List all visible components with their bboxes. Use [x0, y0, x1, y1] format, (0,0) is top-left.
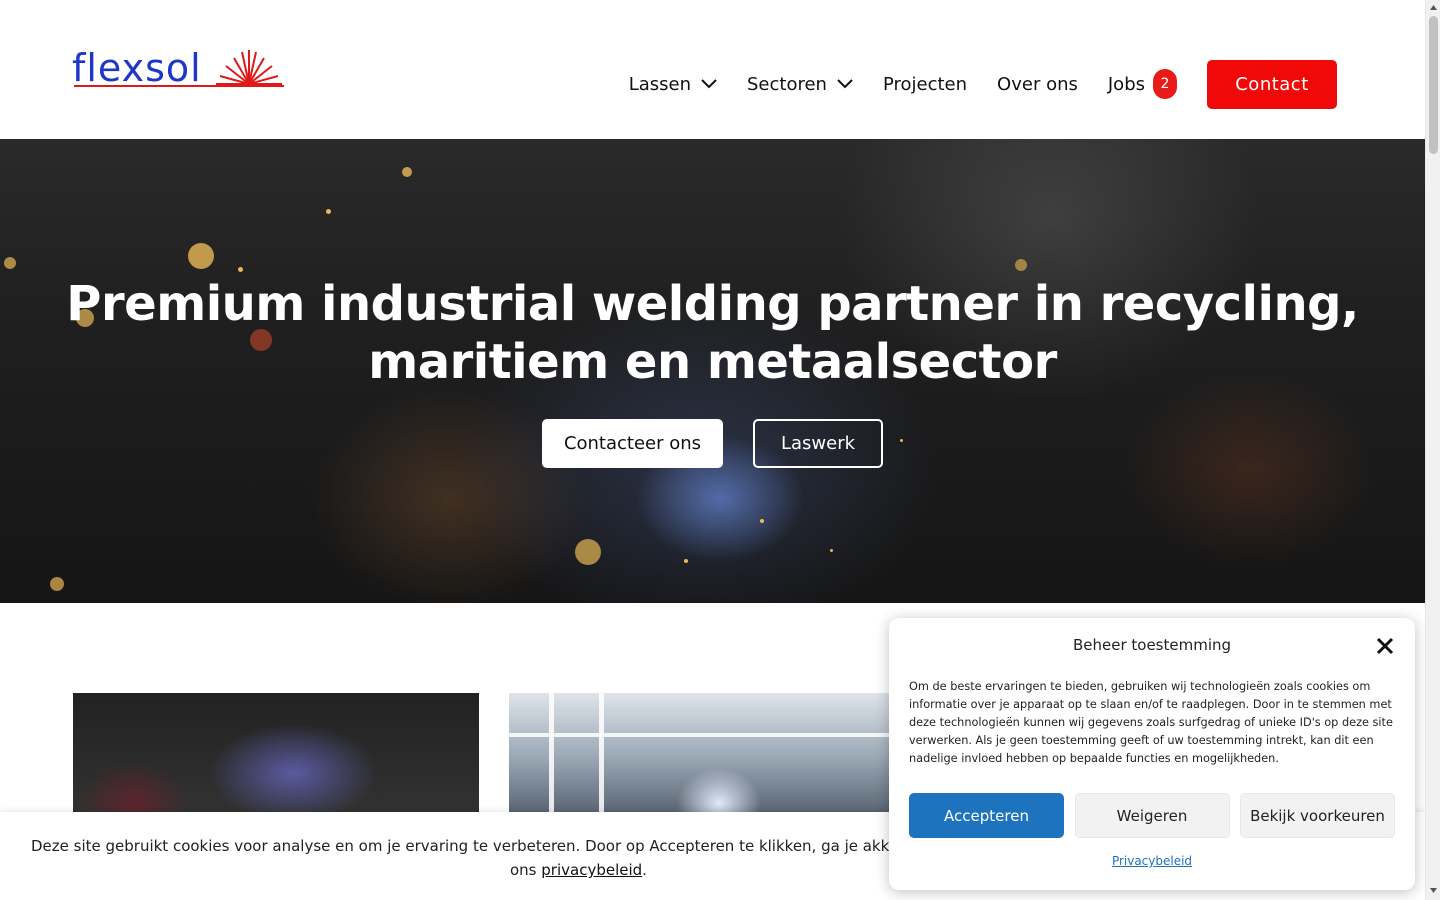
railing-decoration: [599, 693, 604, 823]
spark-decoration: [402, 167, 412, 177]
nav-item-jobs[interactable]: Jobs 2: [1108, 69, 1177, 99]
nav-item-sectoren[interactable]: Sectoren: [747, 74, 853, 95]
scrollbar-thumb[interactable]: [1429, 16, 1438, 154]
railing-decoration: [509, 733, 909, 737]
spark-decoration: [188, 243, 214, 269]
nav-label: Sectoren: [747, 73, 827, 95]
spark-decoration: [326, 209, 331, 214]
chevron-down-icon: [837, 79, 853, 89]
privacy-policy-link[interactable]: Privacybeleid: [889, 854, 1415, 868]
logo-underline: [74, 85, 284, 87]
main-nav: Lassen Sectoren Projecten Over ons Jobs …: [629, 59, 1337, 109]
spark-decoration: [1015, 259, 1027, 271]
nav-item-projecten[interactable]: Projecten: [883, 74, 967, 95]
site-header: flexsol Lassen Sectoren Projecten Over o…: [0, 0, 1425, 139]
accept-button[interactable]: Accepteren: [909, 793, 1064, 838]
chevron-down-icon: [701, 79, 717, 89]
laswerk-button[interactable]: Laswerk: [753, 419, 883, 468]
service-card-image[interactable]: [73, 693, 479, 823]
consent-modal-title: Beheer toestemming: [1072, 636, 1232, 654]
nav-label: Jobs: [1107, 73, 1145, 95]
spark-decoration: [760, 519, 764, 523]
close-icon[interactable]: [1375, 636, 1395, 656]
jobs-count-badge: 2: [1153, 69, 1177, 99]
logo-wordmark: flexsol: [72, 46, 202, 90]
spark-decoration: [684, 559, 688, 563]
spark-decoration: [4, 257, 16, 269]
nav-label: Projecten: [882, 73, 968, 95]
cookie-notice-line2: ons privacybeleid.: [31, 858, 900, 882]
scroll-down-arrow-icon[interactable]: [1429, 886, 1438, 895]
page-scrollbar[interactable]: [1425, 0, 1440, 900]
flexsol-logo[interactable]: flexsol: [72, 46, 284, 92]
hero-title-line2: maritiem en metaalsector: [368, 334, 1057, 390]
railing-decoration: [549, 693, 554, 823]
nav-item-over-ons[interactable]: Over ons: [997, 74, 1078, 95]
hero-title: Premium industrial welding partner in re…: [0, 275, 1425, 391]
cookie-notice-suffix: .: [642, 861, 647, 879]
nav-item-lassen[interactable]: Lassen: [629, 74, 717, 95]
spark-decoration: [50, 577, 64, 591]
cookie-notice-text: Deze site gebruikt cookies voor analyse …: [0, 834, 1012, 882]
deny-button[interactable]: Weigeren: [1074, 793, 1230, 838]
hero-buttons: Contacteer ons Laswerk: [0, 419, 1425, 468]
service-card-image[interactable]: [509, 693, 909, 823]
nav-label: Lassen: [628, 73, 691, 95]
hero-title-line1: Premium industrial welding partner in re…: [66, 276, 1359, 332]
spark-decoration: [830, 549, 833, 552]
contacteer-ons-button[interactable]: Contacteer ons: [542, 419, 723, 468]
nav-label: Over ons: [997, 73, 1078, 95]
contact-button[interactable]: Contact: [1207, 59, 1337, 109]
spark-burst-icon: [216, 50, 282, 85]
consent-modal: Beheer toestemming Om de beste ervaringe…: [889, 618, 1415, 890]
consent-modal-body: Om de beste ervaringen te bieden, gebrui…: [909, 680, 1393, 765]
privacy-policy-link[interactable]: privacybeleid: [541, 861, 642, 879]
spark-decoration: [238, 267, 243, 272]
cookie-notice-prefix: ons: [510, 861, 542, 879]
hero-banner: Premium industrial welding partner in re…: [0, 139, 1425, 603]
cookie-notice-line1: Deze site gebruikt cookies voor analyse …: [31, 837, 1012, 855]
scroll-up-arrow-icon[interactable]: [1429, 3, 1438, 12]
consent-modal-buttons: Accepteren Weigeren Bekijk voorkeuren: [909, 793, 1395, 838]
view-preferences-button[interactable]: Bekijk voorkeuren: [1240, 793, 1395, 838]
spark-decoration: [575, 539, 601, 565]
